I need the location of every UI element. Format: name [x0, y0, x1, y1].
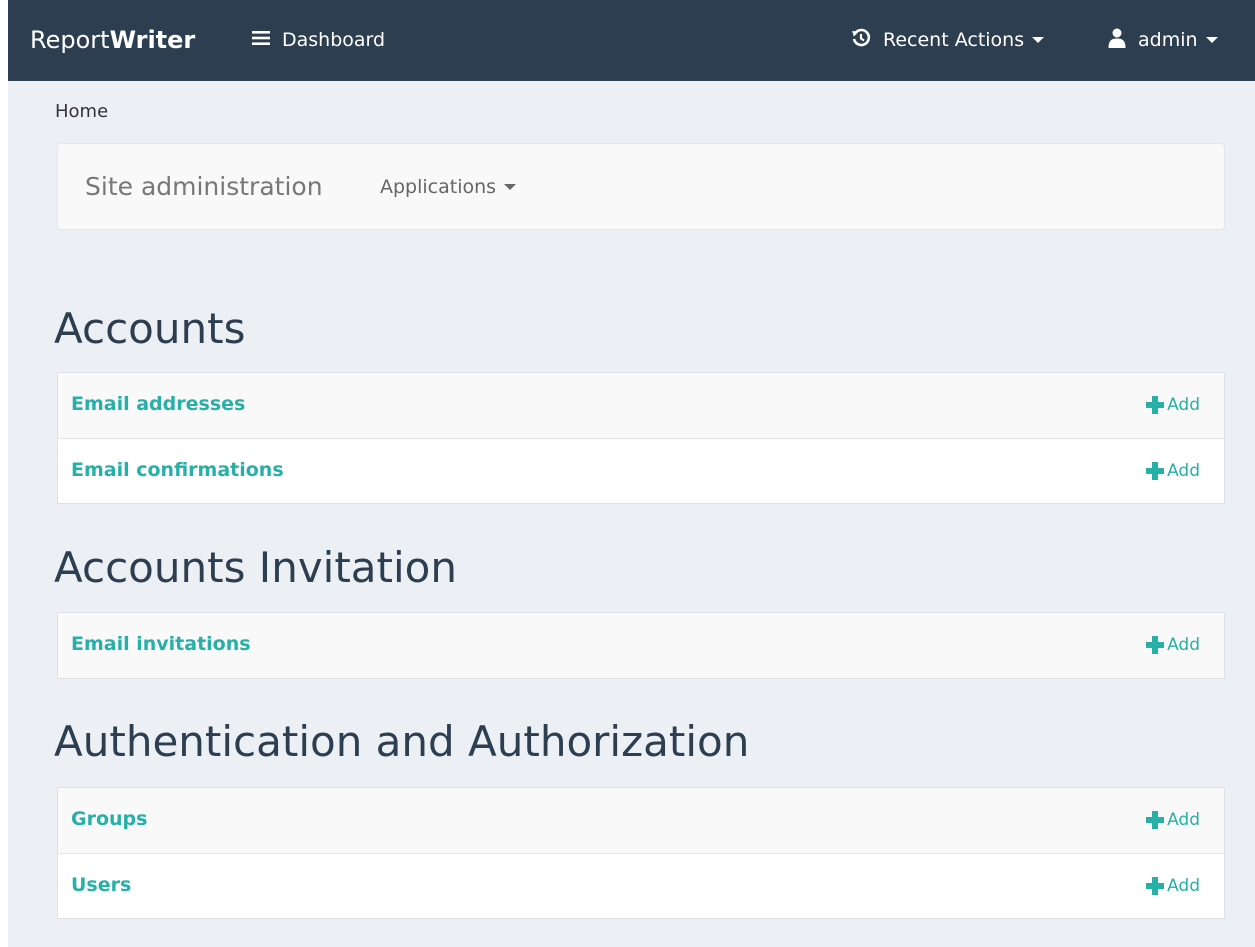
table-row: Email addresses Add: [58, 373, 1224, 438]
add-label: Add: [1167, 876, 1200, 896]
brand-text-light: Report: [30, 26, 110, 54]
model-link[interactable]: Email invitations: [71, 633, 251, 655]
add-button[interactable]: Add: [1146, 876, 1200, 896]
breadcrumb: Home: [55, 101, 108, 122]
dashboard-label: Dashboard: [282, 29, 386, 51]
brand-logo[interactable]: ReportWriter: [30, 26, 195, 54]
add-button[interactable]: Add: [1146, 395, 1200, 415]
top-navbar: ReportWriter Dashboard Recent Actions ad…: [8, 0, 1255, 81]
add-button[interactable]: Add: [1146, 810, 1200, 830]
model-link[interactable]: Groups: [71, 808, 147, 830]
table-row: Email confirmations Add: [58, 438, 1224, 503]
user-icon: [1108, 28, 1126, 53]
applications-label: Applications: [380, 176, 497, 198]
plus-icon: [1146, 462, 1165, 480]
user-name: admin: [1138, 29, 1198, 51]
add-button[interactable]: Add: [1146, 461, 1200, 481]
add-label: Add: [1167, 635, 1200, 655]
table-row: Groups Add: [58, 788, 1224, 853]
model-link[interactable]: Email addresses: [71, 393, 245, 415]
hamburger-icon: [252, 29, 270, 51]
module-authentication-authorization: Groups Add Users Add: [57, 787, 1225, 919]
add-label: Add: [1167, 395, 1200, 415]
add-label: Add: [1167, 810, 1200, 830]
history-icon: [851, 28, 871, 53]
table-row: Email invitations Add: [58, 613, 1224, 678]
model-link[interactable]: Users: [71, 874, 131, 896]
module-title-accounts: Accounts: [54, 304, 246, 353]
secondary-navbar: Site administration Applications: [57, 143, 1225, 230]
module-title-accounts-invitation: Accounts Invitation: [54, 543, 457, 592]
table-row: Users Add: [58, 853, 1224, 918]
plus-icon: [1146, 636, 1165, 654]
add-label: Add: [1167, 461, 1200, 481]
dashboard-link[interactable]: Dashboard: [252, 28, 385, 52]
module-accounts-invitation: Email invitations Add: [57, 612, 1225, 679]
user-menu-dropdown[interactable]: admin: [1108, 28, 1218, 52]
chevron-down-icon: [1205, 37, 1218, 43]
site-administration-title[interactable]: Site administration: [85, 172, 323, 201]
chevron-down-icon: [504, 184, 517, 190]
page: ReportWriter Dashboard Recent Actions ad…: [8, 0, 1255, 947]
recent-actions-dropdown[interactable]: Recent Actions: [851, 28, 1045, 53]
plus-icon: [1146, 396, 1165, 414]
chevron-down-icon: [1032, 37, 1045, 43]
breadcrumb-home[interactable]: Home: [55, 101, 108, 122]
plus-icon: [1146, 877, 1165, 895]
module-accounts: Email addresses Add Email confirmations …: [57, 372, 1225, 504]
plus-icon: [1146, 811, 1165, 829]
brand-text-bold: Writer: [109, 26, 196, 54]
add-button[interactable]: Add: [1146, 635, 1200, 655]
module-title-auth: Authentication and Authorization: [54, 717, 750, 766]
applications-dropdown[interactable]: Applications: [380, 176, 517, 198]
model-link[interactable]: Email confirmations: [71, 459, 284, 481]
recent-actions-label: Recent Actions: [883, 29, 1025, 51]
